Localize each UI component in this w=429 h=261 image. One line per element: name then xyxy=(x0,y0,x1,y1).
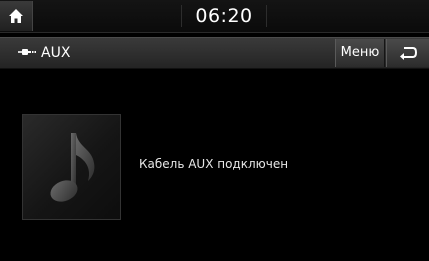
aux-cable-icon xyxy=(18,49,36,55)
music-note-icon xyxy=(49,133,94,202)
home-icon xyxy=(9,9,23,23)
album-art xyxy=(22,114,121,220)
page-title: AUX xyxy=(41,45,71,61)
back-arrow-icon xyxy=(400,47,417,60)
back-button[interactable] xyxy=(386,39,429,67)
menu-button[interactable]: Меню xyxy=(335,39,385,67)
status-divider-right xyxy=(266,5,267,27)
title-bar: AUX Меню xyxy=(0,37,429,69)
connection-status-text: Кабель AUX подключен xyxy=(139,157,289,171)
status-divider-left xyxy=(181,5,182,27)
status-bar: 06:20 xyxy=(0,0,429,33)
home-button[interactable] xyxy=(0,1,33,31)
clock: 06:20 xyxy=(195,5,253,27)
